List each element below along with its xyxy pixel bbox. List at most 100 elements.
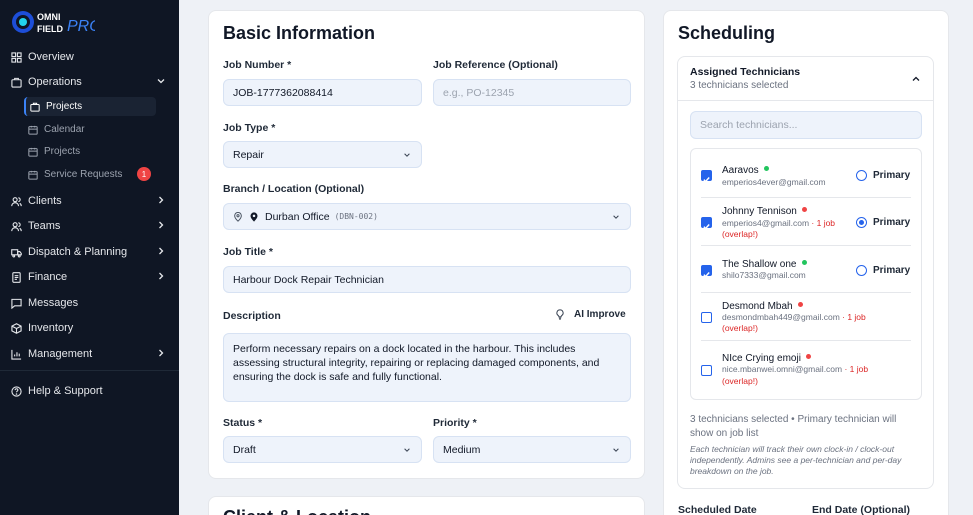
sub-nav-projects-2[interactable]: Projects [24, 142, 156, 161]
busy-status-dot [805, 354, 811, 359]
job-number-input[interactable]: JOB-1777362088414 [223, 79, 422, 106]
location-pin-icon [250, 211, 258, 222]
scheduling-title: Scheduling [678, 23, 776, 43]
technician-name: Aaravos [722, 165, 759, 176]
users-icon [10, 195, 22, 207]
nav-teams-label: Teams [28, 220, 61, 232]
end-date-label: End Date (Optional) [812, 504, 910, 515]
technician-name: The Shallow one [722, 259, 797, 270]
nav-dispatch-planning[interactable]: Dispatch & Planning [10, 242, 170, 262]
chevron-right-icon [159, 349, 164, 357]
chevron-up-icon[interactable] [911, 74, 921, 84]
sub-nav-calendar[interactable]: Calendar [24, 120, 156, 139]
job-reference-input[interactable]: e.g., PO-12345 [433, 79, 631, 106]
technician-checkbox[interactable] [701, 217, 712, 230]
primary-radio[interactable] [856, 217, 867, 228]
chevron-down-icon [404, 447, 410, 452]
branch-location-label: Branch / Location (Optional) [223, 183, 365, 195]
description-textarea[interactable]: Perform necessary repairs on a dock loca… [223, 333, 631, 402]
ai-improve-label: AI Improve [574, 309, 626, 320]
nav-operations-label: Operations [28, 76, 82, 88]
search-technicians-input[interactable]: Search technicians... [690, 111, 922, 139]
service-requests-badge: 1 [137, 167, 151, 181]
nav-clients-label: Clients [28, 195, 62, 207]
ai-improve-button[interactable]: AI Improve [555, 309, 626, 320]
overlap-warning: (overlap!) [722, 229, 758, 239]
chevron-down-icon [613, 214, 619, 219]
team-icon [10, 220, 22, 232]
nav-inventory-label: Inventory [28, 322, 74, 334]
technician-checkbox[interactable] [701, 312, 712, 323]
briefcase-icon [10, 76, 22, 88]
primary-radio[interactable] [856, 265, 867, 276]
technician-email: emperios4ever@gmail.com [722, 177, 826, 187]
technician-job-count: · 1 job [842, 364, 869, 374]
primary-radio[interactable] [856, 170, 867, 181]
chevron-right-icon [159, 247, 164, 255]
nav-messages[interactable]: Messages [10, 293, 170, 313]
busy-status-dot [797, 302, 803, 307]
priority-value: Medium [443, 443, 481, 456]
technician-row-nice-crying-emoji[interactable]: NIce Crying emoji nice.mbanwei.omni@gmai… [697, 353, 911, 401]
nav-overview[interactable]: Overview [10, 47, 170, 67]
job-type-select[interactable]: Repair [223, 141, 422, 168]
nav-clients[interactable]: Clients [10, 191, 170, 211]
technician-checkbox[interactable] [701, 265, 712, 278]
priority-label: Priority * [433, 417, 477, 429]
grid-icon [10, 51, 22, 63]
message-icon [10, 297, 22, 309]
chevron-right-icon [159, 196, 164, 204]
technician-selection-summary: 3 technicians selected • Primary technic… [690, 414, 897, 439]
box-icon [10, 322, 22, 334]
row-divider [701, 197, 911, 198]
technician-row-johnny-tennison[interactable]: Johnny Tennison emperios4@gmail.com · 1 … [697, 206, 911, 254]
nav-management[interactable]: Management [10, 344, 170, 364]
technician-job-count: · 1 job [839, 312, 866, 322]
job-type-value: Repair [233, 148, 264, 161]
sub-nav-projects-2-label: Projects [44, 146, 81, 157]
nav-operations[interactable]: Operations [10, 72, 170, 92]
nav-dispatch-label: Dispatch & Planning [28, 246, 128, 258]
technician-checkbox[interactable] [701, 170, 712, 183]
nav-finance[interactable]: Finance [10, 267, 170, 287]
priority-select[interactable]: Medium [433, 436, 631, 463]
technician-row-aaravos[interactable]: Aaravos emperios4ever@gmail.com Primary [697, 160, 911, 208]
client-location-title: Client & Location [223, 507, 371, 515]
svg-text:PRO: PRO [67, 18, 95, 35]
sidebar-divider [0, 370, 179, 371]
chevron-down-icon [404, 152, 410, 157]
nav-teams[interactable]: Teams [10, 216, 170, 236]
briefcase-icon [30, 102, 40, 112]
overlap-warning: (overlap!) [722, 323, 758, 333]
chevron-down-icon [157, 79, 165, 84]
row-divider [701, 340, 911, 341]
basic-information-title: Basic Information [223, 23, 376, 43]
nav-finance-label: Finance [28, 271, 68, 283]
online-status-dot [763, 166, 769, 171]
chevron-right-icon [159, 272, 164, 280]
primary-label: Primary [873, 170, 911, 181]
omnifield-pro-logo[interactable]: OMNI FIELD PRO [10, 8, 102, 36]
branch-location-select[interactable]: Durban Office (DBN-002) [223, 203, 631, 230]
nav-inventory[interactable]: Inventory [10, 318, 170, 338]
job-number-label: Job Number * [223, 59, 292, 71]
sub-nav-projects-label: Projects [46, 101, 83, 112]
nav-help-support[interactable]: Help & Support [10, 381, 170, 401]
sub-nav-service-requests-label: Service Requests [44, 169, 123, 180]
assigned-technicians-title: Assigned Technicians [690, 66, 801, 78]
scheduled-date-label: Scheduled Date [678, 504, 757, 515]
assigned-technicians-header[interactable] [678, 57, 933, 101]
help-icon [10, 385, 22, 397]
technician-email: desmondmbah449@gmail.com [722, 312, 840, 322]
lightbulb-icon [556, 309, 564, 320]
svg-text:OMNI: OMNI [37, 12, 61, 22]
branch-code: (DBN-002) [334, 212, 378, 221]
calendar-icon [28, 125, 38, 135]
status-value: Draft [233, 443, 256, 456]
status-select[interactable]: Draft [223, 436, 422, 463]
job-title-input[interactable]: Harbour Dock Repair Technician [223, 266, 631, 293]
truck-icon [10, 246, 22, 258]
technician-checkbox[interactable] [701, 365, 712, 376]
sub-nav-projects[interactable]: Projects [24, 97, 156, 116]
primary-label: Primary [873, 217, 911, 228]
